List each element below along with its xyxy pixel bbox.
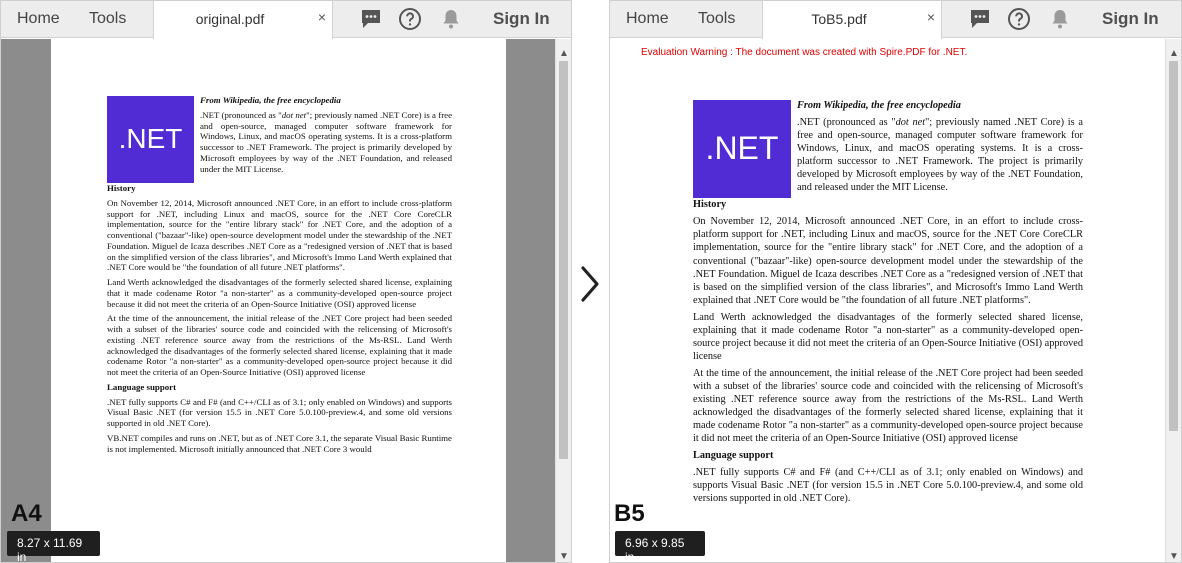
help-icon[interactable] (1007, 7, 1031, 31)
home-link[interactable]: Home (17, 10, 60, 28)
toolbar: Home Tools ToB5.pdf × Sign In (610, 1, 1181, 39)
vertical-scrollbar[interactable]: ▲ ▼ (555, 39, 571, 562)
language-paragraph: VB.NET compiles and runs on .NET, but as… (107, 432, 452, 454)
language-paragraph: .NET fully supports C# and F# (and C++/C… (693, 467, 1083, 505)
history-heading: History (107, 183, 136, 193)
dotnet-logo: .NET (107, 96, 194, 183)
document-tab-name: ToB5.pdf (811, 11, 867, 27)
vertical-scrollbar[interactable]: ▲ ▼ (1165, 39, 1181, 562)
tools-link[interactable]: Tools (89, 10, 126, 28)
dotnet-logo: .NET (693, 100, 791, 198)
page-dimensions-badge: 6.96 x 9.85 in (615, 531, 705, 563)
history-paragraph: At the time of the announcement, the ini… (107, 313, 452, 377)
evaluation-warning: Evaluation Warning : The document was cr… (641, 47, 968, 58)
home-link[interactable]: Home (626, 10, 669, 28)
document-tab[interactable]: ToB5.pdf × (762, 1, 942, 39)
left-pdf-viewer: Home Tools original.pdf × Sign In .NET F… (0, 0, 572, 563)
scroll-thumb[interactable] (1169, 61, 1178, 431)
page-size-label: B5 (614, 500, 645, 527)
help-icon[interactable] (398, 7, 422, 31)
history-paragraph: On November 12, 2014, Microsoft announce… (107, 197, 452, 273)
history-paragraph: On November 12, 2014, Microsoft announce… (693, 216, 1083, 306)
toolbar: Home Tools original.pdf × Sign In (1, 1, 571, 39)
dotnet-logo-text: .NET (705, 130, 779, 167)
history-heading: History (693, 199, 727, 211)
tools-link[interactable]: Tools (698, 10, 735, 28)
page-content: .NET From Wikipedia, the free encycloped… (693, 99, 1083, 509)
scroll-down-icon[interactable]: ▼ (558, 551, 570, 562)
history-paragraph: Land Werth acknowledged the disadvantage… (693, 311, 1083, 362)
page-size-label: A4 (11, 500, 42, 527)
dotnet-logo-text: .NET (118, 123, 183, 155)
language-paragraph: .NET fully supports C# and F# (and C++/C… (107, 396, 452, 429)
document-viewer[interactable]: Evaluation Warning : The document was cr… (610, 39, 1181, 562)
pdf-page: .NET From Wikipedia, the free encycloped… (51, 39, 506, 562)
document-tab[interactable]: original.pdf × (153, 1, 333, 39)
history-paragraph: At the time of the announcement, the ini… (693, 367, 1083, 445)
comment-icon[interactable] (359, 7, 383, 31)
page-dimensions-badge: 8.27 x 11.69 in (7, 531, 100, 563)
comment-icon[interactable] (968, 7, 992, 31)
sign-in-button[interactable]: Sign In (493, 9, 550, 29)
scroll-thumb[interactable] (559, 61, 568, 459)
close-tab-icon[interactable]: × (318, 9, 326, 25)
bell-icon[interactable] (1048, 7, 1072, 31)
document-tab-name: original.pdf (195, 11, 265, 27)
page-content: .NET From Wikipedia, the free encycloped… (107, 95, 452, 458)
bell-icon[interactable] (439, 7, 463, 31)
history-paragraph: Land Werth acknowledged the disadvantage… (107, 277, 452, 309)
sign-in-button[interactable]: Sign In (1102, 9, 1159, 29)
chevron-right-icon (581, 266, 599, 302)
right-pdf-viewer: Home Tools ToB5.pdf × Sign In Evaluation… (609, 0, 1182, 563)
scroll-up-icon[interactable]: ▲ (558, 48, 570, 59)
scroll-down-icon[interactable]: ▼ (1168, 551, 1180, 562)
scroll-up-icon[interactable]: ▲ (1168, 48, 1180, 59)
language-heading: Language support (107, 381, 177, 392)
pdf-page: Evaluation Warning : The document was cr… (610, 39, 1165, 562)
document-viewer[interactable]: .NET From Wikipedia, the free encycloped… (1, 39, 571, 562)
close-tab-icon[interactable]: × (927, 9, 935, 25)
language-heading: Language support (693, 450, 774, 462)
